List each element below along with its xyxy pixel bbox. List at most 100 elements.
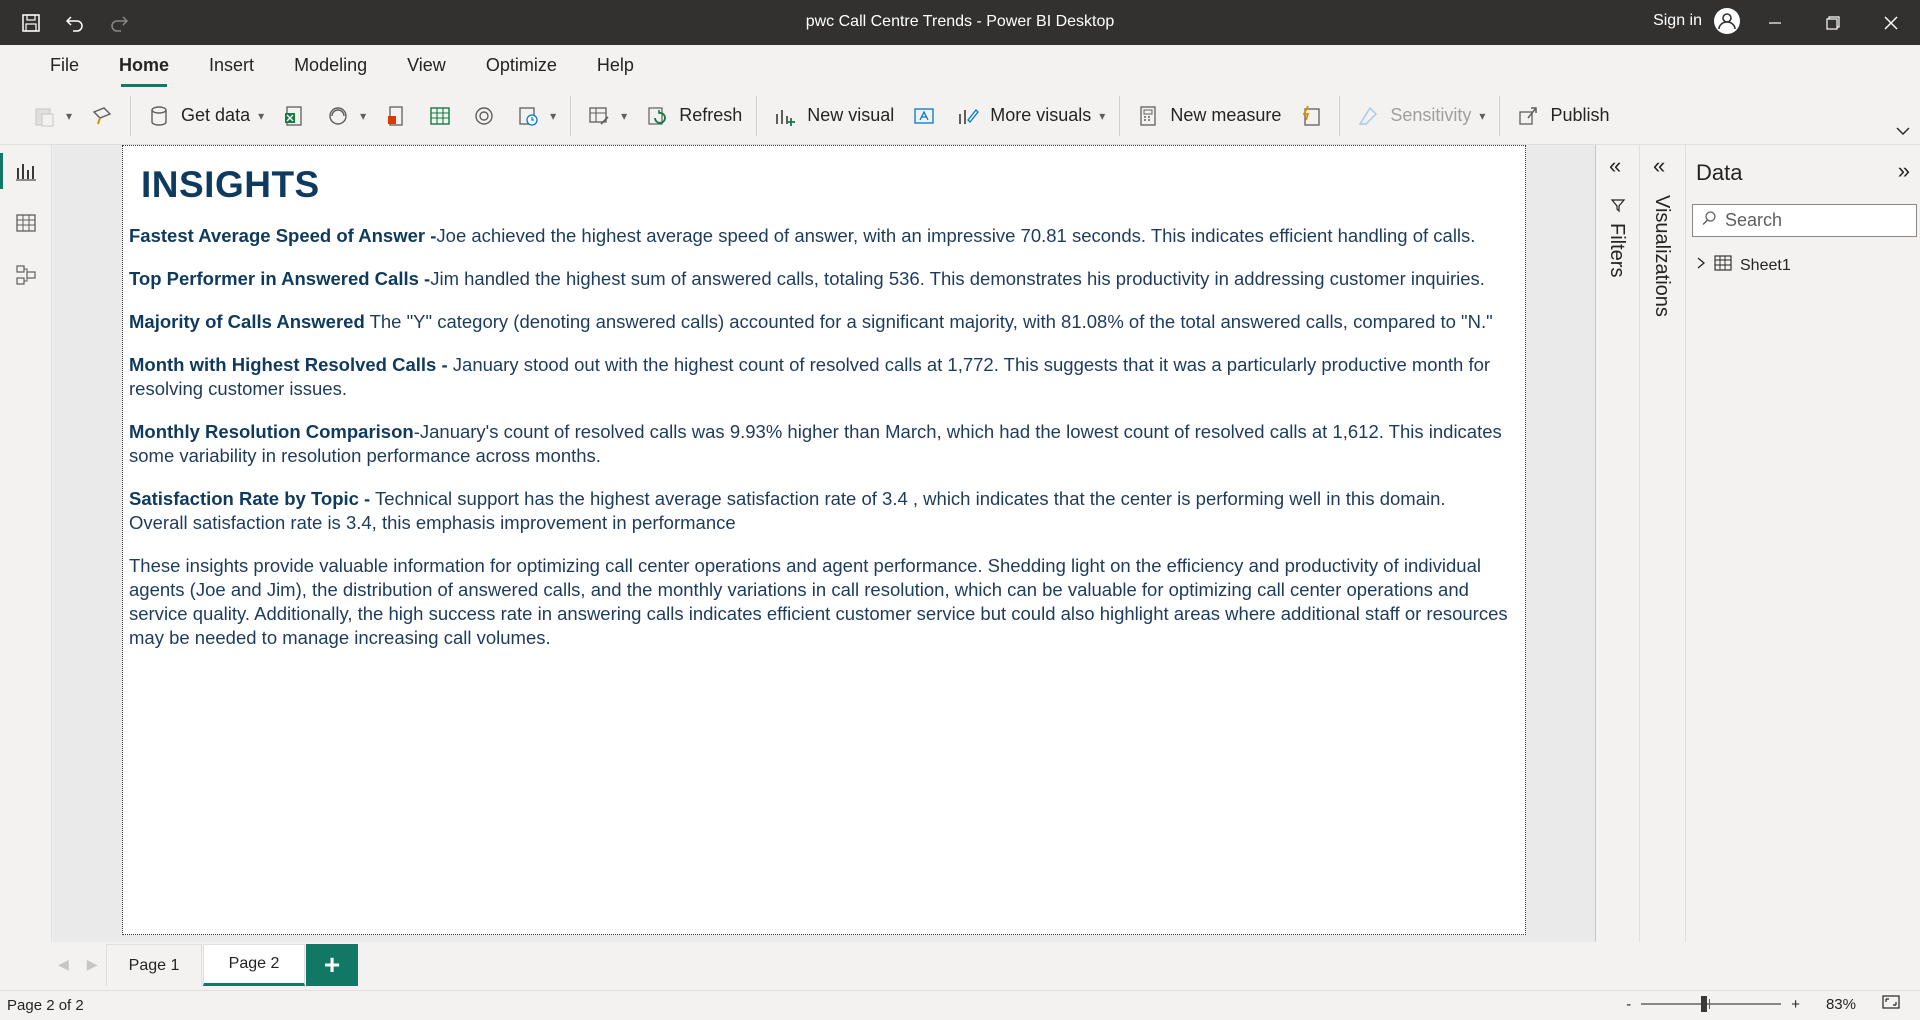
transform-data-button[interactable]: ▾ [577, 96, 635, 136]
chevron-right-icon[interactable] [1696, 256, 1706, 275]
model-view-icon[interactable] [0, 249, 52, 301]
zoom-in-button[interactable]: + [1791, 996, 1800, 1013]
new-visual-button[interactable]: New visual [763, 96, 902, 136]
insight-paragraph: Month with Highest Resolved Calls - Janu… [129, 353, 1509, 401]
visualizations-label: Visualizations [1651, 195, 1673, 317]
more-visuals-button[interactable]: More visuals ▾ [946, 96, 1113, 136]
insight-heading: Month with Highest Resolved Calls - [129, 354, 448, 375]
insights-text-box[interactable]: INSIGHTS Fastest Average Speed of Answer… [122, 145, 1526, 935]
format-painter-button[interactable] [80, 96, 124, 136]
collapse-ribbon-icon[interactable] [1896, 123, 1910, 141]
new-visual-label: New visual [807, 105, 895, 125]
ribbon-separator [570, 95, 572, 136]
publish-icon [1514, 102, 1542, 130]
text-box-icon [910, 102, 938, 130]
page-tab-2[interactable]: Page 2 [203, 944, 305, 986]
insight-heading: Satisfaction Rate by Topic - [129, 488, 371, 509]
quick-measure-icon [1297, 102, 1325, 130]
previous-page-icon[interactable]: ◀ [58, 956, 69, 973]
visualizations-pane[interactable]: « Visualizations [1639, 145, 1685, 942]
zoom-out-button[interactable]: - [1626, 996, 1631, 1013]
sign-in-button[interactable]: Sign in [1653, 8, 1740, 34]
new-visual-icon [771, 102, 799, 130]
publish-label: Publish [1550, 105, 1610, 125]
sensitivity-button[interactable]: Sensitivity ▾ [1346, 96, 1493, 136]
page-title: INSIGHTS [141, 164, 320, 205]
minimize-icon[interactable] [1746, 0, 1804, 45]
ribbon-separator [1339, 95, 1341, 136]
refresh-icon [643, 102, 671, 130]
dataverse-button[interactable] [462, 96, 506, 136]
zoom-slider-thumb[interactable] [1701, 996, 1708, 1012]
tab-home[interactable]: Home [99, 45, 189, 87]
insight-heading: Monthly Resolution Comparison [129, 421, 414, 442]
insight-paragraph: Top Performer in Answered Calls -Jim han… [129, 267, 1509, 291]
database-icon [145, 102, 173, 130]
close-icon[interactable] [1862, 0, 1920, 45]
chevron-down-icon: ▾ [1099, 108, 1106, 123]
new-measure-button[interactable]: New measure [1126, 96, 1289, 136]
data-hub-icon [324, 102, 352, 130]
ribbon-separator [1499, 95, 1501, 136]
format-painter-icon [88, 102, 116, 130]
sign-in-label: Sign in [1653, 12, 1702, 29]
insight-heading: Majority of Calls Answered [129, 311, 365, 332]
table-sheet1[interactable]: Sheet1 [1696, 255, 1791, 276]
onelake-data-hub-button[interactable]: ▾ [316, 96, 374, 136]
expand-visualizations-icon[interactable]: « [1653, 153, 1665, 179]
zoom-slider[interactable] [1641, 996, 1782, 1012]
search-icon [1701, 210, 1717, 231]
tab-help[interactable]: Help [577, 45, 654, 87]
insight-paragraph: Fastest Average Speed of Answer -Joe ach… [129, 224, 1509, 248]
recent-sources-button[interactable]: ▾ [506, 96, 564, 136]
data-pane-title: Data [1696, 160, 1743, 185]
status-bar: Page 2 of 2 - + 83% [0, 990, 1920, 1020]
get-data-button[interactable]: Get data ▾ [137, 96, 272, 136]
insight-paragraph: Majority of Calls Answered The "Y" categ… [129, 310, 1509, 334]
expand-filters-icon[interactable]: « [1609, 153, 1621, 179]
filters-pane[interactable]: « Filters [1595, 145, 1638, 942]
data-pane: Data » Search Sheet1 [1685, 145, 1920, 942]
ribbon-separator [756, 95, 758, 136]
sql-server-icon [382, 102, 410, 130]
chevron-down-icon: ▾ [621, 108, 628, 123]
sql-server-button[interactable] [374, 96, 418, 136]
next-page-icon[interactable]: ▶ [87, 956, 98, 973]
excel-workbook-button[interactable] [272, 96, 316, 136]
chevron-down-icon: ▾ [1479, 108, 1486, 123]
tab-optimize[interactable]: Optimize [466, 45, 577, 87]
ribbon-separator [1119, 95, 1121, 136]
sensitivity-label: Sensitivity [1390, 105, 1472, 125]
restore-icon[interactable] [1804, 0, 1862, 45]
calculator-icon [1134, 102, 1162, 130]
quick-measure-button[interactable] [1289, 96, 1333, 136]
tab-modeling[interactable]: Modeling [274, 45, 387, 87]
insight-paragraph: Satisfaction Rate by Topic - Technical s… [129, 487, 1509, 535]
ribbon-separator [130, 95, 132, 136]
publish-button[interactable]: Publish [1506, 96, 1617, 136]
fit-to-page-icon[interactable] [1882, 995, 1900, 1013]
chevron-down-icon: ▾ [66, 108, 73, 123]
dataverse-icon [470, 102, 498, 130]
filter-icon [1610, 197, 1626, 218]
insight-heading: Fastest Average Speed of Answer - [129, 225, 437, 246]
paste-button[interactable]: ▾ [22, 96, 80, 136]
refresh-label: Refresh [679, 105, 743, 125]
tab-file[interactable]: File [30, 45, 99, 87]
collapse-data-pane-icon[interactable]: » [1898, 158, 1910, 184]
tab-insert[interactable]: Insert [189, 45, 274, 87]
summary-paragraph: These insights provide valuable informat… [129, 555, 1508, 648]
data-search-input[interactable]: Search [1692, 204, 1917, 237]
refresh-button[interactable]: Refresh [635, 96, 750, 136]
enter-data-button[interactable] [418, 96, 462, 136]
page-tab-1[interactable]: Page 1 [106, 944, 202, 986]
search-placeholder: Search [1725, 210, 1783, 230]
text-box-button[interactable] [902, 96, 946, 136]
zoom-level[interactable]: 83% [1826, 996, 1856, 1013]
add-page-button[interactable]: + [306, 944, 358, 986]
tab-view[interactable]: View [387, 45, 466, 87]
excel-icon [280, 102, 308, 130]
sensitivity-icon [1354, 102, 1382, 130]
table-view-icon[interactable] [0, 197, 52, 249]
report-view-icon[interactable] [0, 145, 52, 197]
